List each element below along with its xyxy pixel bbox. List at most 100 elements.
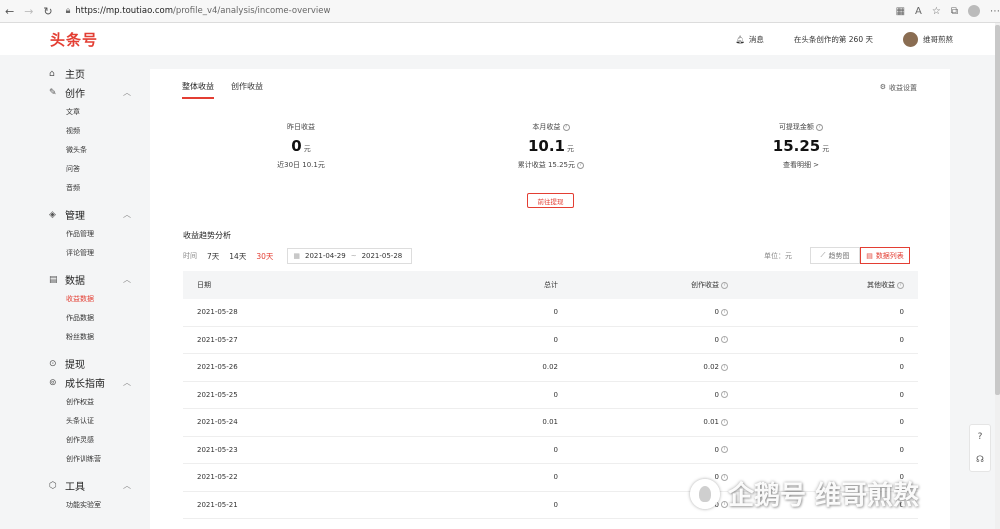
data-list-button[interactable]: ▤ 数据列表: [860, 247, 910, 264]
sidebar-item-article[interactable]: 文章: [66, 102, 150, 121]
url-host: https://mp.toutiao.com: [75, 6, 173, 16]
penguin-icon: [690, 478, 720, 509]
sidebar-item-lab[interactable]: 功能实验室: [66, 495, 150, 514]
stat-sub: 近30日 10.1元: [277, 161, 325, 169]
cell-date: 2021-05-23: [197, 445, 238, 454]
trend-chart-button[interactable]: ⟋ 趋势图: [810, 247, 860, 264]
help-icon[interactable]: ?: [978, 432, 983, 442]
view-details-link[interactable]: 查看明细 >: [741, 160, 861, 170]
cell-creation: 0: [714, 445, 719, 454]
cell-other: 0: [899, 335, 904, 344]
watermark: 企鹅号 维哥煎熬: [690, 475, 919, 512]
list-icon: ▤: [866, 251, 873, 260]
cube-icon: ⬡: [49, 480, 57, 491]
headset-icon[interactable]: ☊: [976, 455, 984, 465]
cell-creation: 0: [714, 335, 719, 344]
favorite-icon[interactable]: ☆: [932, 6, 941, 17]
time-label: 时间: [183, 252, 197, 260]
info-icon[interactable]: i: [721, 418, 728, 426]
cell-other: 0: [899, 363, 904, 372]
stat-yesterday: 昨日收益 0元 近30日 10.1元: [241, 122, 361, 170]
layers-icon: ◈: [49, 209, 56, 220]
cell-other: 0: [899, 308, 904, 317]
sidebar-group-label: 管理: [65, 211, 85, 222]
forward-icon[interactable]: →: [19, 5, 38, 18]
sidebar-group-tools[interactable]: ⬡ 工具 ︿: [49, 476, 131, 495]
cell-creation: 0: [714, 308, 719, 317]
help-icon[interactable]: ?: [562, 123, 570, 131]
sidebar-group-home[interactable]: ⌂ 主页: [49, 64, 131, 83]
sidebar-group-data[interactable]: ▤ 数据 ︿: [49, 270, 131, 289]
help-icon[interactable]: ?: [816, 123, 824, 131]
sidebar-item-camp[interactable]: 创作训练营: [66, 449, 150, 468]
info-icon[interactable]: i: [721, 446, 728, 454]
stat-sub: 累计收益 15.25元: [517, 161, 576, 169]
tab-creation-income[interactable]: 创作收益: [231, 81, 263, 99]
header-creation: 创作收益: [691, 281, 719, 289]
stat-label: 昨日收益: [287, 123, 315, 131]
info-icon[interactable]: i: [721, 336, 728, 344]
withdraw-button[interactable]: 前往提现: [527, 193, 574, 208]
url-path: /profile_v4/analysis/income-overview: [172, 6, 331, 16]
pen-icon: ✎: [49, 87, 57, 98]
sidebar-group-withdraw[interactable]: ⊙ 提现: [49, 354, 131, 373]
reader-icon[interactable]: ▦: [896, 6, 905, 17]
sidebar-group-create[interactable]: ✎ 创作 ︿: [49, 83, 131, 102]
bell-icon: 🔔︎: [735, 34, 745, 44]
user-menu[interactable]: 维哥煎熬: [903, 31, 953, 47]
info-icon[interactable]: i: [721, 391, 728, 399]
sidebar-item-audio[interactable]: 音频: [66, 178, 150, 197]
sidebar-item-verify[interactable]: 头条认证: [66, 411, 150, 430]
collections-icon[interactable]: ⧉: [951, 6, 958, 17]
growth-icon: ⊚: [49, 377, 57, 388]
browser-toolbar: ← → ↻ 🔒︎ https://mp.toutiao.com/profile_…: [0, 0, 1000, 23]
sidebar-group-label: 成长指南: [65, 379, 105, 390]
stat-withdrawable: 可提现金额 ? 15.25 元 查看明细 >: [741, 122, 861, 170]
font-icon[interactable]: A: [915, 6, 922, 17]
address-bar[interactable]: 🔒︎ https://mp.toutiao.com/profile_v4/ana…: [66, 6, 796, 16]
cell-creation: 0.01: [703, 418, 719, 427]
sidebar-item-micro[interactable]: 微头条: [66, 140, 150, 159]
sidebar-item-work-data[interactable]: 作品数据: [66, 308, 150, 327]
range-30d[interactable]: 30天: [256, 251, 273, 262]
help-icon[interactable]: ?: [721, 281, 728, 289]
reload-icon[interactable]: ↻: [38, 5, 57, 18]
sidebar-group-growth[interactable]: ⊚ 成长指南 ︿: [49, 373, 131, 392]
back-icon[interactable]: ←: [0, 5, 19, 18]
messages-button[interactable]: 🔔︎ 消息: [735, 34, 764, 45]
tab-overall-income[interactable]: 整体收益: [182, 81, 214, 99]
sidebar-item-inspiration[interactable]: 创作灵感: [66, 430, 150, 449]
help-icon[interactable]: ?: [577, 161, 585, 169]
info-icon[interactable]: i: [721, 308, 728, 316]
sidebar-item-works[interactable]: 作品管理: [66, 224, 150, 243]
table-row: 2021-05-26 0.02 0.02 i 0: [183, 354, 918, 382]
table-row: 2021-05-23 0 0 i 0: [183, 437, 918, 464]
sidebar: ⌂ 主页 ✎ 创作 ︿ 文章 视频 微头条 问答 音频 ◈ 管理 ︿ 作品管理 评论管理 …: [0, 55, 150, 529]
sidebar-group-label: 主页: [65, 70, 85, 81]
logo[interactable]: 头条号: [50, 29, 98, 50]
chevron-up-icon: ︿: [123, 275, 131, 284]
more-icon[interactable]: ⋯: [990, 6, 1000, 17]
sidebar-item-qa[interactable]: 问答: [66, 159, 150, 178]
table-header: 日期 总计 创作收益? 其他收益?: [183, 271, 918, 299]
income-settings-button[interactable]: ⚙ 收益设置: [880, 83, 917, 93]
cell-creation: 0.02: [703, 363, 719, 372]
avatar: [903, 31, 918, 47]
sidebar-item-rights[interactable]: 创作权益: [66, 392, 150, 411]
page-scrollbar[interactable]: [995, 23, 1000, 529]
cell-date: 2021-05-24: [197, 418, 238, 427]
profile-icon[interactable]: [967, 5, 980, 17]
range-7d[interactable]: 7天: [207, 251, 219, 262]
sidebar-item-fans[interactable]: 粉丝数据: [66, 327, 150, 346]
help-icon[interactable]: ?: [897, 281, 904, 289]
sidebar-item-video[interactable]: 视频: [66, 121, 150, 140]
range-14d[interactable]: 14天: [229, 251, 246, 262]
info-icon[interactable]: i: [721, 363, 728, 371]
sidebar-item-income[interactable]: 收益数据: [66, 289, 150, 308]
sidebar-item-comments[interactable]: 评论管理: [66, 243, 150, 262]
date-range-picker[interactable]: ▦ 2021-04-29 ~ 2021-05-28: [287, 248, 413, 264]
calendar-icon: ▦: [293, 252, 300, 260]
line-chart-icon: ⟋: [820, 251, 826, 259]
stat-value: 15.25: [772, 137, 821, 155]
sidebar-group-manage[interactable]: ◈ 管理 ︿: [49, 205, 131, 224]
